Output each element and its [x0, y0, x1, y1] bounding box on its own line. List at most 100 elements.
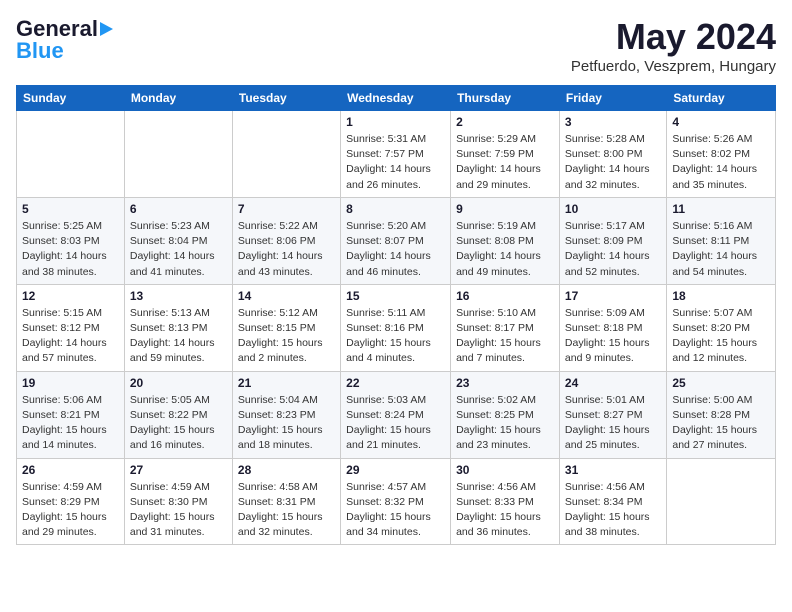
calendar-cell: 10 Sunrise: 5:17 AM Sunset: 8:09 PM Dayli…	[559, 197, 666, 284]
calendar-cell	[232, 111, 340, 198]
day-info: Sunrise: 5:26 AM Sunset: 8:02 PM Dayligh…	[672, 132, 770, 193]
day-number: 11	[672, 202, 770, 216]
day-info: Sunrise: 5:01 AM Sunset: 8:27 PM Dayligh…	[565, 393, 661, 454]
day-number: 21	[238, 376, 335, 390]
calendar-cell: 24 Sunrise: 5:01 AM Sunset: 8:27 PM Dayli…	[559, 371, 666, 458]
calendar-cell: 29 Sunrise: 4:57 AM Sunset: 8:32 PM Dayli…	[341, 458, 451, 545]
month-title: May 2024	[571, 16, 776, 58]
day-info: Sunrise: 5:15 AM Sunset: 8:12 PM Dayligh…	[22, 306, 119, 367]
calendar-cell: 20Sunrise: 5:05 AM Sunset: 8:22 PM Dayli…	[124, 371, 232, 458]
day-number: 8	[346, 202, 445, 216]
day-of-week-monday: Monday	[124, 86, 232, 111]
day-info: Sunrise: 5:05 AM Sunset: 8:22 PM Dayligh…	[130, 393, 227, 454]
day-number: 17	[565, 289, 661, 303]
day-info: Sunrise: 5:07 AM Sunset: 8:20 PM Dayligh…	[672, 306, 770, 367]
calendar-cell: 2 Sunrise: 5:29 AM Sunset: 7:59 PM Daylig…	[451, 111, 560, 198]
day-info: Sunrise: 5:13 AM Sunset: 8:13 PM Dayligh…	[130, 306, 227, 367]
calendar-cell: 21 Sunrise: 5:04 AM Sunset: 8:23 PM Dayli…	[232, 371, 340, 458]
day-number: 23	[456, 376, 554, 390]
day-number: 6	[130, 202, 227, 216]
calendar-cell: 30 Sunrise: 4:56 AM Sunset: 8:33 PM Dayli…	[451, 458, 560, 545]
calendar-cell	[124, 111, 232, 198]
calendar-cell: 13 Sunrise: 5:13 AM Sunset: 8:13 PM Dayli…	[124, 284, 232, 371]
day-info: Sunrise: 5:03 AM Sunset: 8:24 PM Dayligh…	[346, 393, 445, 454]
day-number: 14	[238, 289, 335, 303]
day-number: 29	[346, 463, 445, 477]
day-info: Sunrise: 5:19 AM Sunset: 8:08 PM Dayligh…	[456, 219, 554, 280]
day-info: Sunrise: 5:06 AM Sunset: 8:21 PM Dayligh…	[22, 393, 119, 454]
day-of-week-sunday: Sunday	[17, 86, 125, 111]
day-info: Sunrise: 4:56 AM Sunset: 8:33 PM Dayligh…	[456, 480, 554, 541]
day-info: Sunrise: 4:59 AM Sunset: 8:29 PM Dayligh…	[22, 480, 119, 541]
day-info: Sunrise: 5:23 AM Sunset: 8:04 PM Dayligh…	[130, 219, 227, 280]
logo-arrow-icon	[100, 22, 113, 36]
day-number: 2	[456, 115, 554, 129]
day-info: Sunrise: 4:59 AM Sunset: 8:30 PM Dayligh…	[130, 480, 227, 541]
day-number: 10	[565, 202, 661, 216]
day-info: Sunrise: 5:17 AM Sunset: 8:09 PM Dayligh…	[565, 219, 661, 280]
day-info: Sunrise: 5:00 AM Sunset: 8:28 PM Dayligh…	[672, 393, 770, 454]
day-info: Sunrise: 5:29 AM Sunset: 7:59 PM Dayligh…	[456, 132, 554, 193]
day-info: Sunrise: 5:04 AM Sunset: 8:23 PM Dayligh…	[238, 393, 335, 454]
day-number: 19	[22, 376, 119, 390]
calendar-week-row: 26Sunrise: 4:59 AM Sunset: 8:29 PM Dayli…	[17, 458, 776, 545]
day-number: 1	[346, 115, 445, 129]
day-of-week-friday: Friday	[559, 86, 666, 111]
logo: General Blue	[16, 16, 115, 64]
calendar-cell	[17, 111, 125, 198]
day-of-week-thursday: Thursday	[451, 86, 560, 111]
calendar-cell: 27 Sunrise: 4:59 AM Sunset: 8:30 PM Dayli…	[124, 458, 232, 545]
calendar-cell: 6 Sunrise: 5:23 AM Sunset: 8:04 PM Daylig…	[124, 197, 232, 284]
page-header: General Blue May 2024 Petfuerdo, Veszpre…	[16, 16, 776, 75]
day-info: Sunrise: 4:56 AM Sunset: 8:34 PM Dayligh…	[565, 480, 661, 541]
calendar-cell: 14Sunrise: 5:12 AM Sunset: 8:15 PM Dayli…	[232, 284, 340, 371]
day-number: 27	[130, 463, 227, 477]
calendar-cell	[667, 458, 776, 545]
day-info: Sunrise: 5:10 AM Sunset: 8:17 PM Dayligh…	[456, 306, 554, 367]
day-number: 16	[456, 289, 554, 303]
day-info: Sunrise: 4:57 AM Sunset: 8:32 PM Dayligh…	[346, 480, 445, 541]
calendar-table: SundayMondayTuesdayWednesdayThursdayFrid…	[16, 85, 776, 545]
calendar-cell: 18Sunrise: 5:07 AM Sunset: 8:20 PM Dayli…	[667, 284, 776, 371]
day-number: 9	[456, 202, 554, 216]
calendar-cell: 7Sunrise: 5:22 AM Sunset: 8:06 PM Daylig…	[232, 197, 340, 284]
day-of-week-wednesday: Wednesday	[341, 86, 451, 111]
calendar-cell: 15 Sunrise: 5:11 AM Sunset: 8:16 PM Dayli…	[341, 284, 451, 371]
location: Petfuerdo, Veszprem, Hungary	[571, 58, 776, 75]
day-number: 28	[238, 463, 335, 477]
day-number: 4	[672, 115, 770, 129]
day-number: 22	[346, 376, 445, 390]
calendar-cell: 9 Sunrise: 5:19 AM Sunset: 8:08 PM Daylig…	[451, 197, 560, 284]
day-number: 24	[565, 376, 661, 390]
calendar-cell: 4 Sunrise: 5:26 AM Sunset: 8:02 PM Daylig…	[667, 111, 776, 198]
calendar-cell: 31Sunrise: 4:56 AM Sunset: 8:34 PM Dayli…	[559, 458, 666, 545]
day-info: Sunrise: 5:11 AM Sunset: 8:16 PM Dayligh…	[346, 306, 445, 367]
day-number: 5	[22, 202, 119, 216]
title-block: May 2024 Petfuerdo, Veszprem, Hungary	[571, 16, 776, 75]
day-number: 15	[346, 289, 445, 303]
calendar-cell: 28Sunrise: 4:58 AM Sunset: 8:31 PM Dayli…	[232, 458, 340, 545]
calendar-cell: 16 Sunrise: 5:10 AM Sunset: 8:17 PM Dayli…	[451, 284, 560, 371]
day-number: 12	[22, 289, 119, 303]
day-of-week-saturday: Saturday	[667, 86, 776, 111]
calendar-cell: 17Sunrise: 5:09 AM Sunset: 8:18 PM Dayli…	[559, 284, 666, 371]
calendar-week-row: 12 Sunrise: 5:15 AM Sunset: 8:12 PM Dayli…	[17, 284, 776, 371]
day-number: 13	[130, 289, 227, 303]
calendar-cell: 25 Sunrise: 5:00 AM Sunset: 8:28 PM Dayli…	[667, 371, 776, 458]
day-info: Sunrise: 5:31 AM Sunset: 7:57 PM Dayligh…	[346, 132, 445, 193]
calendar-header-row: SundayMondayTuesdayWednesdayThursdayFrid…	[17, 86, 776, 111]
day-info: Sunrise: 5:22 AM Sunset: 8:06 PM Dayligh…	[238, 219, 335, 280]
day-info: Sunrise: 5:20 AM Sunset: 8:07 PM Dayligh…	[346, 219, 445, 280]
calendar-cell: 5Sunrise: 5:25 AM Sunset: 8:03 PM Daylig…	[17, 197, 125, 284]
calendar-cell: 19 Sunrise: 5:06 AM Sunset: 8:21 PM Dayli…	[17, 371, 125, 458]
day-info: Sunrise: 5:16 AM Sunset: 8:11 PM Dayligh…	[672, 219, 770, 280]
day-number: 25	[672, 376, 770, 390]
calendar-cell: 8 Sunrise: 5:20 AM Sunset: 8:07 PM Daylig…	[341, 197, 451, 284]
day-info: Sunrise: 5:28 AM Sunset: 8:00 PM Dayligh…	[565, 132, 661, 193]
day-info: Sunrise: 5:02 AM Sunset: 8:25 PM Dayligh…	[456, 393, 554, 454]
day-number: 30	[456, 463, 554, 477]
logo-blue: Blue	[16, 38, 64, 64]
day-of-week-tuesday: Tuesday	[232, 86, 340, 111]
day-number: 3	[565, 115, 661, 129]
calendar-cell: 12 Sunrise: 5:15 AM Sunset: 8:12 PM Dayli…	[17, 284, 125, 371]
